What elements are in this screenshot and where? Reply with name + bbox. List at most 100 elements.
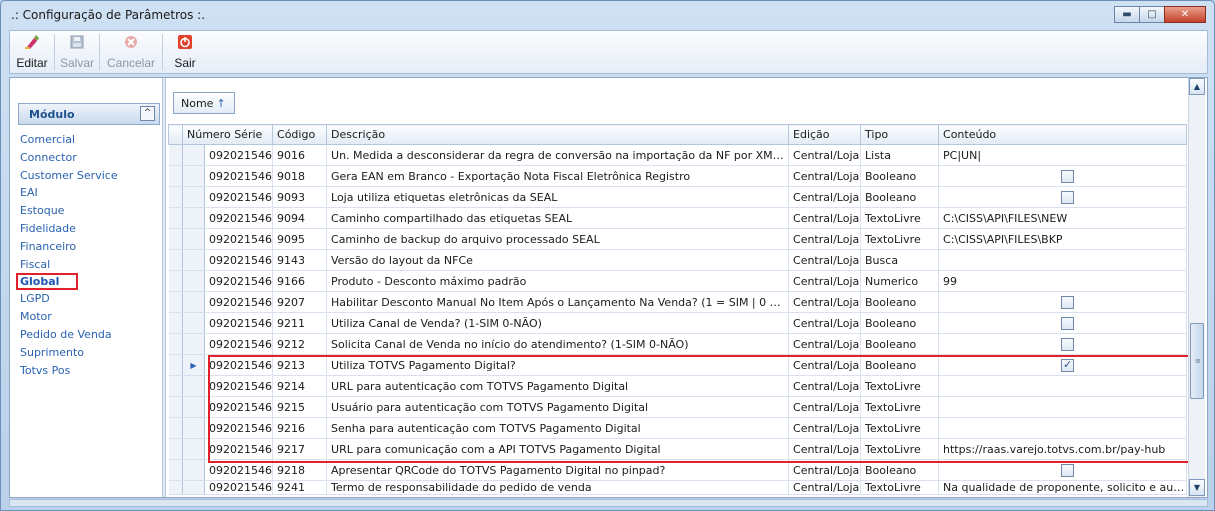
vertical-scrollbar[interactable]: ▲ ≡ ▼ — [1188, 78, 1205, 497]
table-row[interactable]: 092021546 9218 Apresentar QRCode do TOTVS … — [168, 459, 1188, 481]
row-indicator[interactable] — [182, 459, 205, 481]
cell-tipo[interactable]: TextoLivre — [860, 417, 940, 439]
cell-conteudo[interactable] — [938, 291, 1188, 313]
cell-tipo[interactable]: Booleano — [860, 354, 940, 376]
cell-codigo[interactable]: 9213 — [272, 354, 328, 376]
cell-codigo[interactable]: 9218 — [272, 459, 328, 481]
cell-conteudo[interactable] — [938, 396, 1188, 418]
row-indicator[interactable] — [182, 333, 205, 355]
column-header-conteudo[interactable]: Conteúdo — [938, 124, 1188, 145]
conteudo-checkbox[interactable] — [1061, 463, 1075, 477]
cell-edicao[interactable]: Central/Loja — [788, 312, 862, 334]
module-item-eai[interactable]: EAI — [18, 184, 160, 202]
collapse-button[interactable]: ^ — [140, 106, 155, 121]
cell-codigo[interactable]: 9215 — [272, 396, 328, 418]
cell-descricao[interactable]: URL para comunicação com a API TOTVS Pag… — [326, 438, 790, 460]
cell-tipo[interactable]: TextoLivre — [860, 480, 940, 495]
cell-serie[interactable]: 092021546 — [204, 354, 274, 376]
cell-edicao[interactable]: Central/Loja — [788, 375, 862, 397]
row-indicator[interactable] — [182, 249, 205, 271]
cell-codigo[interactable]: 9095 — [272, 228, 328, 250]
close-button[interactable]: ✕ — [1164, 6, 1206, 23]
cell-conteudo[interactable]: 99 — [938, 270, 1188, 292]
cell-tipo[interactable]: Booleano — [860, 291, 940, 313]
cell-tipo[interactable]: TextoLivre — [860, 438, 940, 460]
conteudo-checkbox[interactable] — [1061, 337, 1075, 351]
module-item-estoque[interactable]: Estoque — [18, 202, 160, 220]
module-item-totvs-pos[interactable]: Totvs Pos — [18, 362, 160, 380]
table-row[interactable]: 092021546 9166 Produto - Desconto máximo p… — [168, 270, 1188, 292]
cell-tipo[interactable]: TextoLivre — [860, 228, 940, 250]
cell-conteudo[interactable]: C:\CISS\API\FILES\BKP — [938, 228, 1188, 250]
cell-edicao[interactable]: Central/Loja — [788, 165, 862, 187]
cell-descricao[interactable]: Habilitar Desconto Manual No Item Após o… — [326, 291, 790, 313]
row-indicator[interactable] — [182, 480, 205, 495]
module-item-connector[interactable]: Connector — [18, 149, 160, 167]
cell-conteudo[interactable] — [938, 249, 1188, 271]
row-indicator[interactable] — [182, 291, 205, 313]
table-row[interactable]: 092021546 9216 Senha para autenticação com… — [168, 417, 1188, 439]
table-row[interactable]: 092021546 9214 URL para autenticação com T… — [168, 375, 1188, 397]
cell-descricao[interactable]: Caminho de backup do arquivo processado … — [326, 228, 790, 250]
row-indicator[interactable] — [182, 375, 205, 397]
cancelar-button[interactable]: Cancelar — [100, 31, 162, 73]
conteudo-checkbox[interactable] — [1061, 169, 1075, 183]
cell-descricao[interactable]: Senha para autenticação com TOTVS Pagame… — [326, 417, 790, 439]
cell-codigo[interactable]: 9214 — [272, 375, 328, 397]
table-row[interactable]: 092021546 9211 Utiliza Canal de Venda? (1-… — [168, 312, 1188, 334]
cell-edicao[interactable]: Central/Loja — [788, 459, 862, 481]
minimize-button[interactable]: ▬ — [1114, 6, 1140, 23]
cell-descricao[interactable]: Produto - Desconto máximo padrão — [326, 270, 790, 292]
cell-descricao[interactable]: Usuário para autenticação com TOTVS Paga… — [326, 396, 790, 418]
module-item-customer-service[interactable]: Customer Service — [18, 167, 160, 185]
cell-tipo[interactable]: TextoLivre — [860, 207, 940, 229]
conteudo-checkbox[interactable] — [1061, 295, 1075, 309]
cell-tipo[interactable]: Booleano — [860, 459, 940, 481]
column-header-descricao[interactable]: Descrição — [326, 124, 790, 145]
cell-codigo[interactable]: 9216 — [272, 417, 328, 439]
table-row[interactable]: 092021546 9018 Gera EAN em Branco - Export… — [168, 165, 1188, 187]
table-row[interactable]: 092021546 9143 Versão do layout da NFCe Cen… — [168, 249, 1188, 271]
cell-edicao[interactable]: Central/Loja — [788, 144, 862, 166]
module-item-lgpd[interactable]: LGPD — [18, 290, 160, 308]
maximize-button[interactable]: □ — [1139, 6, 1165, 23]
conteudo-checkbox[interactable] — [1061, 190, 1075, 204]
cell-conteudo[interactable] — [938, 354, 1188, 376]
cell-serie[interactable]: 092021546 — [204, 186, 274, 208]
module-item-suprimento[interactable]: Suprimento — [18, 344, 160, 362]
row-indicator[interactable] — [182, 417, 205, 439]
cell-codigo[interactable]: 9093 — [272, 186, 328, 208]
row-indicator[interactable] — [182, 144, 205, 166]
conteudo-checkbox[interactable] — [1061, 358, 1075, 372]
table-row[interactable]: 092021546 9215 Usuário para autenticação c… — [168, 396, 1188, 418]
cell-edicao[interactable]: Central/Loja — [788, 333, 862, 355]
cell-edicao[interactable]: Central/Loja — [788, 396, 862, 418]
conteudo-checkbox[interactable] — [1061, 316, 1075, 330]
cell-descricao[interactable]: Utiliza Canal de Venda? (1-SIM 0-NÃO) — [326, 312, 790, 334]
cell-conteudo[interactable] — [938, 312, 1188, 334]
cell-conteudo[interactable] — [938, 186, 1188, 208]
cell-serie[interactable]: 092021546 — [204, 228, 274, 250]
cell-codigo[interactable]: 9207 — [272, 291, 328, 313]
cell-codigo[interactable]: 9143 — [272, 249, 328, 271]
cell-conteudo[interactable]: Na qualidade de proponente, solicito e a… — [938, 480, 1188, 495]
cell-edicao[interactable]: Central/Loja — [788, 228, 862, 250]
table-row[interactable]: 092021546 9212 Solicita Canal de Venda no … — [168, 333, 1188, 355]
cell-serie[interactable]: 092021546 — [204, 333, 274, 355]
module-item-fiscal[interactable]: Fiscal — [18, 256, 160, 274]
row-indicator[interactable] — [182, 270, 205, 292]
cell-conteudo[interactable] — [938, 459, 1188, 481]
cell-codigo[interactable]: 9016 — [272, 144, 328, 166]
cell-descricao[interactable]: Solicita Canal de Venda no início do ate… — [326, 333, 790, 355]
table-row[interactable]: 092021546 9095 Caminho de backup do arquiv… — [168, 228, 1188, 250]
scroll-down-button[interactable]: ▼ — [1189, 479, 1205, 496]
cell-serie[interactable]: 092021546 — [204, 144, 274, 166]
cell-edicao[interactable]: Central/Loja — [788, 186, 862, 208]
cell-edicao[interactable]: Central/Loja — [788, 417, 862, 439]
cell-conteudo[interactable]: C:\CISS\API\FILES\NEW — [938, 207, 1188, 229]
cell-tipo[interactable]: TextoLivre — [860, 375, 940, 397]
module-item-pedido-de-venda[interactable]: Pedido de Venda — [18, 326, 160, 344]
cell-codigo[interactable]: 9211 — [272, 312, 328, 334]
table-row[interactable]: 092021546 9207 Habilitar Desconto Manual N… — [168, 291, 1188, 313]
cell-descricao[interactable]: Loja utiliza etiquetas eletrônicas da SE… — [326, 186, 790, 208]
